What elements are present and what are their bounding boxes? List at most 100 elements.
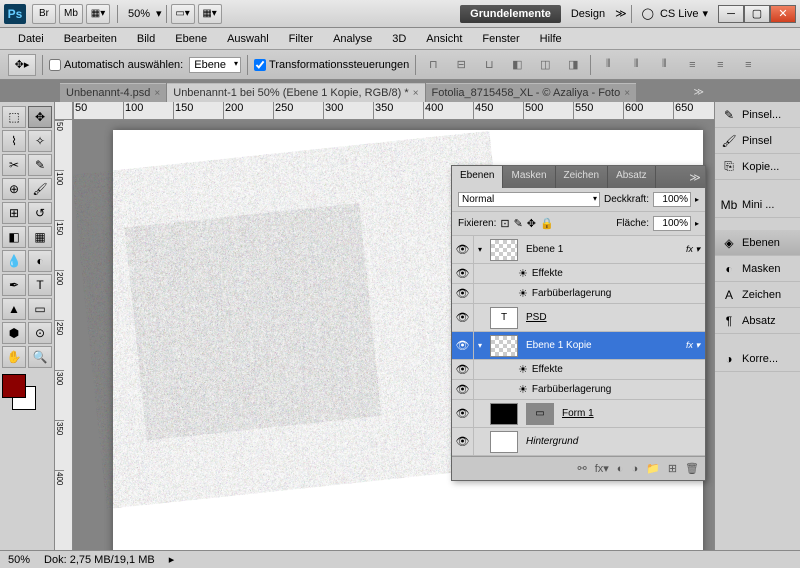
visibility-icon[interactable]: 👁: [452, 360, 474, 379]
layer-name[interactable]: Ebene 1 Kopie: [522, 340, 681, 351]
fx-badge[interactable]: fx ▾: [681, 244, 705, 255]
type-tool[interactable]: T: [28, 274, 52, 296]
zoom-value[interactable]: 50%: [122, 8, 156, 20]
distribute-icon[interactable]: ⫴: [597, 55, 619, 75]
move-tool[interactable]: ✥: [28, 106, 52, 128]
link-layers-icon[interactable]: ⚯: [578, 462, 587, 475]
dock-item[interactable]: ◑Korre...: [715, 346, 800, 372]
menu-3d[interactable]: 3D: [382, 30, 416, 48]
view-extras-button[interactable]: ▭▾: [171, 4, 195, 24]
move-tool-indicator[interactable]: ✥▸: [8, 54, 36, 76]
fx-badge[interactable]: fx ▾: [681, 340, 705, 351]
layer-style-icon[interactable]: fx▾: [595, 462, 609, 475]
align-right-icon[interactable]: ◨: [562, 55, 584, 75]
layer-name[interactable]: Hintergrund: [522, 436, 705, 447]
zoom-tool[interactable]: 🔍: [28, 346, 52, 368]
layer-effect[interactable]: 👁☀ Effekte: [452, 264, 705, 284]
layer-thumbnail[interactable]: [490, 431, 518, 453]
panel-tab[interactable]: Masken: [503, 166, 555, 188]
color-swatches[interactable]: [2, 374, 42, 410]
close-tab-icon[interactable]: ×: [413, 88, 419, 99]
layer-mask-icon[interactable]: ◐: [617, 463, 624, 475]
horizontal-ruler[interactable]: 50100150200250300350400450500550600650: [73, 102, 714, 120]
menu-auswahl[interactable]: Auswahl: [217, 30, 279, 48]
eyedropper-tool[interactable]: ✎: [28, 154, 52, 176]
panel-tab[interactable]: Ebenen: [452, 166, 503, 188]
magic-wand-tool[interactable]: ✧: [28, 130, 52, 152]
visibility-icon[interactable]: 👁: [452, 236, 474, 263]
crop-tool[interactable]: ✂: [2, 154, 26, 176]
distribute-icon[interactable]: ⫴: [653, 55, 675, 75]
path-select-tool[interactable]: ▲: [2, 298, 26, 320]
distribute-icon[interactable]: ≡: [709, 55, 731, 75]
delete-layer-icon[interactable]: 🗑: [685, 462, 699, 475]
document-tab[interactable]: Unbenannt-4.psd×: [60, 83, 166, 102]
layer-thumbnail[interactable]: [490, 335, 518, 357]
lasso-tool[interactable]: ⌇: [2, 130, 26, 152]
brush-tool[interactable]: 🖌: [28, 178, 52, 200]
healing-tool[interactable]: ⊕: [2, 178, 26, 200]
stamp-tool[interactable]: ⊞: [2, 202, 26, 224]
ruler-origin[interactable]: [55, 102, 73, 120]
shape-tool[interactable]: ▭: [28, 298, 52, 320]
menu-analyse[interactable]: Analyse: [323, 30, 382, 48]
dock-item[interactable]: AZeichen: [715, 282, 800, 308]
status-zoom[interactable]: 50%: [8, 554, 30, 566]
3d-camera-tool[interactable]: ⊙: [28, 322, 52, 344]
document-tab[interactable]: Unbenannt-1 bei 50% (Ebene 1 Kopie, RGB/…: [167, 83, 424, 102]
lock-transparency-icon[interactable]: ⊡: [500, 217, 509, 230]
layer-row[interactable]: 👁▾Ebene 1fx ▾: [452, 236, 705, 264]
visibility-icon[interactable]: 👁: [452, 304, 474, 331]
bridge-button[interactable]: Br: [32, 4, 56, 24]
layer-effect[interactable]: 👁☀ Farbüberlagerung: [452, 380, 705, 400]
gradient-tool[interactable]: ▦: [28, 226, 52, 248]
lock-position-icon[interactable]: ✥: [527, 217, 536, 230]
menu-filter[interactable]: Filter: [279, 30, 323, 48]
pen-tool[interactable]: ✒: [2, 274, 26, 296]
layer-thumbnail[interactable]: T: [490, 307, 518, 329]
hand-tool[interactable]: ✋: [2, 346, 26, 368]
collapse-panel-icon[interactable]: ≫: [685, 166, 705, 188]
layer-row[interactable]: 👁▭Form 1: [452, 400, 705, 428]
layer-effect[interactable]: 👁☀ Effekte: [452, 360, 705, 380]
distribute-icon[interactable]: ≡: [737, 55, 759, 75]
lock-all-icon[interactable]: 🔒: [540, 217, 554, 230]
dock-item[interactable]: ¶Absatz: [715, 308, 800, 334]
auto-select-target[interactable]: Ebene: [189, 57, 241, 73]
dock-item[interactable]: 🖌Pinsel: [715, 128, 800, 154]
close-tab-icon[interactable]: ×: [624, 88, 630, 99]
auto-select-checkbox[interactable]: Automatisch auswählen:: [49, 59, 183, 71]
minibridge-button[interactable]: Mb: [59, 4, 83, 24]
layer-name[interactable]: Form 1: [558, 408, 705, 419]
visibility-icon[interactable]: 👁: [452, 400, 474, 427]
3d-tool[interactable]: ⬢: [2, 322, 26, 344]
menu-bearbeiten[interactable]: Bearbeiten: [54, 30, 127, 48]
menu-bild[interactable]: Bild: [127, 30, 165, 48]
visibility-icon[interactable]: 👁: [452, 332, 474, 359]
layer-row[interactable]: 👁▾Ebene 1 Kopiefx ▾: [452, 332, 705, 360]
panel-tab[interactable]: Absatz: [608, 166, 656, 188]
visibility-icon[interactable]: 👁: [452, 428, 474, 455]
panel-tab[interactable]: Zeichen: [556, 166, 609, 188]
dock-item[interactable]: ✎Pinsel...: [715, 102, 800, 128]
menu-fenster[interactable]: Fenster: [472, 30, 529, 48]
transform-controls-checkbox[interactable]: Transformationssteuerungen: [254, 59, 409, 71]
close-tab-icon[interactable]: ×: [154, 88, 160, 99]
visibility-icon[interactable]: 👁: [452, 284, 474, 303]
screen-mode-button[interactable]: ▦▾: [86, 4, 110, 24]
layer-name[interactable]: Ebene 1: [522, 244, 681, 255]
cslive-button[interactable]: CS Live: [660, 8, 699, 20]
layer-effect[interactable]: 👁☀ Farbüberlagerung: [452, 284, 705, 304]
more-workspaces-icon[interactable]: ≫: [615, 7, 627, 20]
vertical-ruler[interactable]: 50100150200250300350400: [55, 120, 73, 550]
eraser-tool[interactable]: ◧: [2, 226, 26, 248]
history-brush-tool[interactable]: ↺: [28, 202, 52, 224]
dock-item[interactable]: ◈Ebenen: [715, 230, 800, 256]
layer-row[interactable]: 👁TPSD: [452, 304, 705, 332]
lock-pixels-icon[interactable]: ✎: [514, 217, 523, 230]
tab-overflow-icon[interactable]: ≫: [690, 83, 708, 102]
workspace-design[interactable]: Design: [561, 5, 615, 23]
distribute-icon[interactable]: ⫴: [625, 55, 647, 75]
minimize-button[interactable]: ─: [718, 5, 744, 23]
blend-mode-select[interactable]: Normal: [458, 192, 600, 207]
